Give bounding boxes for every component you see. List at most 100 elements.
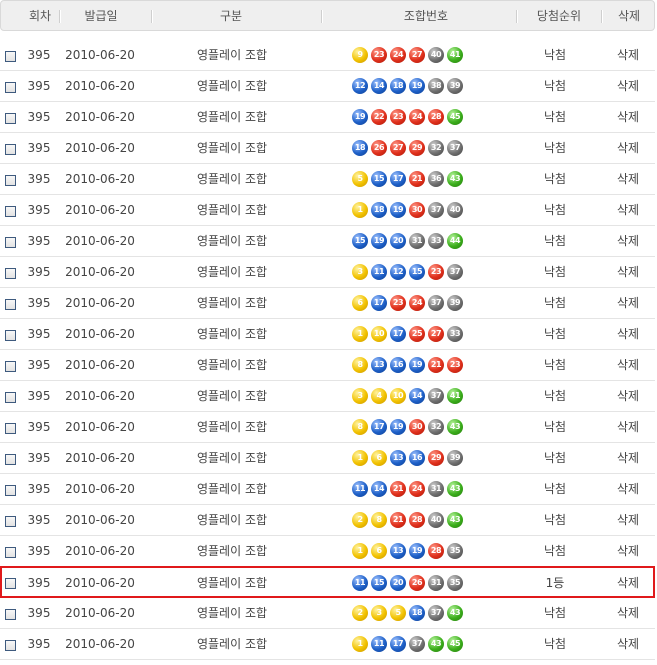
header-divider: [601, 10, 603, 23]
delete-button[interactable]: 삭제: [605, 536, 651, 566]
delete-button[interactable]: 삭제: [605, 102, 651, 132]
lotto-numbers: 1 18 19 30 37 40: [352, 202, 482, 218]
lotto-numbers: 1 6 13 19 28 35: [352, 543, 482, 559]
combo-type: 영플레이 조합: [196, 358, 268, 372]
row-checkbox[interactable]: [5, 640, 16, 651]
table-row: 395 2010-06-20 영플레이 조합 5 15 17 21 36 43 낙첨 삭제: [0, 164, 655, 195]
table-row: 395 2010-06-20 영플레이 조합 1 18 19 30 37 40 낙첨 삭제: [0, 195, 655, 226]
prize-rank: 낙첨: [543, 451, 567, 465]
table-row: 395 2010-06-20 영플레이 조합 6 17 23 24 37 39 낙첨 삭제: [0, 288, 655, 319]
delete-button[interactable]: 삭제: [605, 381, 651, 411]
row-checkbox[interactable]: [5, 268, 16, 279]
table-row: 395 2010-06-20 영플레이 조합 3 4 10 14 37 41 낙첨 삭제: [0, 381, 655, 412]
lotto-ball: 1: [352, 326, 368, 342]
lotto-ball: 24: [409, 109, 425, 125]
row-checkbox[interactable]: [5, 237, 16, 248]
row-checkbox[interactable]: [5, 361, 16, 372]
prize-rank: 1등: [545, 576, 565, 590]
delete-button[interactable]: 삭제: [605, 226, 651, 256]
delete-button[interactable]: 삭제: [605, 350, 651, 380]
prize-rank: 낙첨: [543, 389, 567, 403]
lotto-ball: 31: [409, 233, 425, 249]
lotto-ball: 37: [428, 605, 444, 621]
lotto-ball: 19: [409, 543, 425, 559]
lotto-ball: 13: [390, 450, 406, 466]
row-checkbox[interactable]: [5, 392, 16, 403]
row-checkbox[interactable]: [5, 609, 16, 620]
lotto-ball: 18: [390, 78, 406, 94]
lotto-numbers: 1 11 17 37 43 45: [352, 636, 482, 652]
row-checkbox[interactable]: [5, 547, 16, 558]
lotto-ball: 20: [390, 575, 406, 591]
prize-rank: 낙첨: [543, 234, 567, 248]
combo-type: 영플레이 조합: [196, 172, 268, 186]
row-checkbox[interactable]: [5, 299, 16, 310]
lotto-ball: 24: [390, 47, 406, 63]
combo-type: 영플레이 조합: [196, 576, 268, 590]
prize-rank: 낙첨: [543, 48, 567, 62]
lotto-ball: 40: [428, 47, 444, 63]
lotto-ball: 19: [390, 419, 406, 435]
row-checkbox[interactable]: [5, 82, 16, 93]
lotto-ball: 2: [352, 512, 368, 528]
lotto-ball: 11: [371, 636, 387, 652]
prize-rank: 낙첨: [543, 172, 567, 186]
delete-button[interactable]: 삭제: [605, 288, 651, 318]
lotto-ball: 31: [428, 575, 444, 591]
delete-button[interactable]: 삭제: [605, 71, 651, 101]
delete-button[interactable]: 삭제: [605, 412, 651, 442]
delete-button[interactable]: 삭제: [605, 505, 651, 535]
row-checkbox[interactable]: [5, 206, 16, 217]
combo-type: 영플레이 조합: [196, 606, 268, 620]
delete-button[interactable]: 삭제: [605, 164, 651, 194]
row-checkbox[interactable]: [5, 516, 16, 527]
lotto-ball: 1: [352, 636, 368, 652]
delete-button[interactable]: 삭제: [605, 443, 651, 473]
lotto-ball: 27: [409, 47, 425, 63]
lotto-ball: 17: [390, 171, 406, 187]
delete-button[interactable]: 삭제: [605, 257, 651, 287]
row-checkbox[interactable]: [5, 330, 16, 341]
prize-rank: 낙첨: [543, 606, 567, 620]
delete-button[interactable]: 삭제: [605, 319, 651, 349]
row-checkbox[interactable]: [5, 454, 16, 465]
row-checkbox[interactable]: [5, 113, 16, 124]
delete-button[interactable]: 삭제: [605, 474, 651, 504]
round-number: 395: [27, 513, 51, 527]
delete-button[interactable]: 삭제: [605, 133, 651, 163]
prize-rank: 낙첨: [543, 544, 567, 558]
lotto-numbers: 2 8 21 28 40 43: [352, 512, 482, 528]
row-checkbox[interactable]: [5, 51, 16, 62]
row-checkbox[interactable]: [5, 485, 16, 496]
lotto-ball: 33: [447, 326, 463, 342]
delete-button[interactable]: 삭제: [605, 629, 651, 659]
combo-type: 영플레이 조합: [196, 110, 268, 124]
delete-button[interactable]: 삭제: [605, 40, 651, 70]
row-checkbox[interactable]: [5, 144, 16, 155]
issue-date: 2010-06-20: [65, 172, 135, 186]
row-checkbox[interactable]: [5, 175, 16, 186]
table-row: 395 2010-06-20 영플레이 조합 11 14 21 24 31 43 낙첨 삭제: [0, 474, 655, 505]
lotto-ball: 36: [428, 171, 444, 187]
lotto-ball: 1: [352, 543, 368, 559]
prize-rank: 낙첨: [543, 110, 567, 124]
delete-button[interactable]: 삭제: [605, 568, 651, 598]
lotto-ball: 43: [428, 636, 444, 652]
combo-type: 영플레이 조합: [196, 79, 268, 93]
lotto-ball: 25: [409, 326, 425, 342]
lotto-ball: 21: [390, 481, 406, 497]
table-row: 395 2010-06-20 영플레이 조합 2 8 21 28 40 43 낙첨 삭제: [0, 505, 655, 536]
header-divider: [516, 10, 518, 23]
row-checkbox[interactable]: [5, 423, 16, 434]
issue-date: 2010-06-20: [65, 79, 135, 93]
prize-rank: 낙첨: [543, 296, 567, 310]
delete-button[interactable]: 삭제: [605, 195, 651, 225]
delete-button[interactable]: 삭제: [605, 598, 651, 628]
lotto-ball: 17: [371, 419, 387, 435]
lotto-ball: 19: [352, 109, 368, 125]
lotto-ball: 21: [409, 171, 425, 187]
lotto-ball: 1: [352, 202, 368, 218]
row-checkbox[interactable]: [5, 578, 16, 589]
round-number: 395: [27, 48, 51, 62]
lotto-ball: 37: [428, 295, 444, 311]
